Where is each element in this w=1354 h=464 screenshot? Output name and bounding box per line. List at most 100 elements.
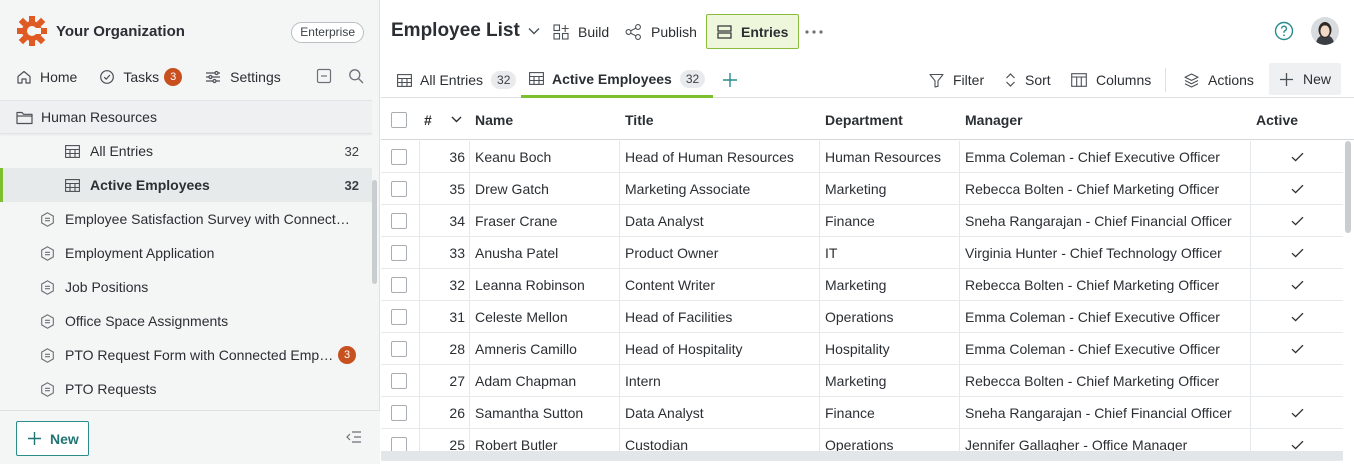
table-row[interactable]: 31 Celeste Mellon Head of Facilities Operat… — [381, 301, 1343, 333]
cell-number[interactable]: 28 — [421, 333, 465, 365]
entries-button[interactable]: Entries — [706, 14, 800, 49]
row-checkbox[interactable] — [391, 405, 407, 421]
row-checkbox[interactable] — [391, 213, 407, 229]
cell-title[interactable]: Data Analyst — [625, 397, 815, 429]
cell-name[interactable]: Leanna Robinson — [475, 269, 615, 301]
table-row[interactable]: 33 Anusha Patel Product Owner IT Virginia Hu… — [381, 237, 1343, 269]
cell-title[interactable]: Head of Hospitality — [625, 333, 815, 365]
cell-name[interactable]: Samantha Sutton — [475, 397, 615, 429]
cell-active[interactable] — [1251, 397, 1343, 429]
cell-title[interactable]: Product Owner — [625, 237, 815, 269]
table-row[interactable]: 27 Adam Chapman Intern Marketing Rebecca Bol… — [381, 365, 1343, 397]
actions-button[interactable]: Actions — [1184, 62, 1254, 98]
cell-active[interactable] — [1251, 237, 1343, 269]
search-icon[interactable] — [348, 68, 364, 84]
sidebar-view-active-employees[interactable]: Active Employees 32 — [0, 168, 372, 202]
nav-tasks[interactable]: Tasks 3 — [99, 68, 183, 86]
cell-number[interactable]: 36 — [421, 141, 465, 173]
cell-department[interactable]: IT — [825, 237, 955, 269]
sidebar-app-item[interactable]: PTO Request Form with Connected Employee… — [0, 338, 372, 372]
row-checkbox[interactable] — [391, 309, 407, 325]
cell-manager[interactable]: Rebecca Bolten - Chief Marketing Officer — [965, 365, 1247, 397]
sort-button[interactable]: Sort — [1005, 62, 1051, 98]
cell-number[interactable]: 33 — [421, 237, 465, 269]
row-checkbox-cell[interactable] — [391, 237, 409, 269]
row-checkbox-cell[interactable] — [391, 397, 409, 429]
row-checkbox-cell[interactable] — [391, 269, 409, 301]
cell-title[interactable]: Head of Human Resources — [625, 141, 815, 173]
row-checkbox[interactable] — [391, 245, 407, 261]
select-all-checkbox-cell[interactable] — [391, 99, 409, 140]
table-row[interactable]: 32 Leanna Robinson Content Writer Marketing… — [381, 269, 1343, 301]
tab-all-entries[interactable]: All Entries 32 — [389, 62, 524, 98]
cell-name[interactable]: Anusha Patel — [475, 237, 615, 269]
workspace-section-header[interactable]: Human Resources — [0, 100, 372, 134]
cell-department[interactable]: Marketing — [825, 173, 955, 205]
cell-active[interactable] — [1251, 365, 1343, 397]
column-header-manager[interactable]: Manager — [965, 99, 1023, 140]
row-checkbox-cell[interactable] — [391, 205, 409, 237]
cell-department[interactable]: Hospitality — [825, 333, 955, 365]
cell-active[interactable] — [1251, 301, 1343, 333]
sidebar-app-item[interactable]: Office Space Assignments — [0, 304, 372, 338]
table-row[interactable]: 28 Amneris Camillo Head of Hospitality Hosp… — [381, 333, 1343, 365]
row-checkbox-cell[interactable] — [391, 173, 409, 205]
cell-manager[interactable]: Emma Coleman - Chief Executive Officer — [965, 333, 1247, 365]
more-icon[interactable] — [805, 30, 823, 34]
select-all-checkbox[interactable] — [391, 111, 407, 128]
cell-name[interactable]: Fraser Crane — [475, 205, 615, 237]
sidebar-scrollbar[interactable] — [372, 180, 377, 284]
cell-number[interactable]: 27 — [421, 365, 465, 397]
sidebar-app-item[interactable]: Job Positions — [0, 270, 372, 304]
build-button[interactable]: Build — [543, 14, 619, 49]
column-header-title[interactable]: Title — [625, 99, 654, 140]
cell-department[interactable]: Finance — [825, 397, 955, 429]
cell-active[interactable] — [1251, 269, 1343, 301]
sidebar-view-all-entries[interactable]: All Entries 32 — [0, 134, 372, 168]
table-row[interactable]: 36 Keanu Boch Head of Human Resources Human… — [381, 141, 1343, 173]
add-view-icon[interactable] — [722, 72, 738, 88]
window-icon[interactable] — [316, 68, 332, 84]
cell-number[interactable]: 26 — [421, 397, 465, 429]
cell-active[interactable] — [1251, 205, 1343, 237]
row-checkbox[interactable] — [391, 373, 407, 389]
sidebar-new-button[interactable]: New — [16, 421, 89, 456]
table-vertical-scrollbar[interactable] — [1345, 141, 1351, 233]
column-header-name[interactable]: Name — [475, 99, 513, 140]
cell-name[interactable]: Amneris Camillo — [475, 333, 615, 365]
column-header-department[interactable]: Department — [825, 99, 903, 140]
row-checkbox-cell[interactable] — [391, 301, 409, 333]
row-checkbox[interactable] — [391, 149, 407, 165]
nav-home[interactable]: Home — [16, 69, 77, 85]
cell-manager[interactable]: Emma Coleman - Chief Executive Officer — [965, 301, 1247, 333]
table-row[interactable]: 35 Drew Gatch Marketing Associate Marketing… — [381, 173, 1343, 205]
table-horizontal-scrollbar[interactable] — [381, 451, 1343, 460]
columns-button[interactable]: Columns — [1071, 62, 1151, 98]
form-title-dropdown[interactable]: Employee List — [391, 20, 540, 42]
cell-number[interactable]: 32 — [421, 269, 465, 301]
org-name[interactable]: Your Organization — [56, 23, 185, 40]
cell-manager[interactable]: Sneha Rangarajan - Chief Financial Offic… — [965, 205, 1247, 237]
new-entry-button[interactable]: New — [1269, 63, 1341, 95]
tab-active-employees[interactable]: Active Employees 32 — [521, 62, 714, 98]
row-checkbox-cell[interactable] — [391, 365, 409, 397]
row-checkbox-cell[interactable] — [391, 141, 409, 173]
column-header-number[interactable]: # — [424, 99, 432, 140]
sidebar-app-item[interactable]: Employment Application — [0, 236, 372, 270]
cell-title[interactable]: Marketing Associate — [625, 173, 815, 205]
table-row[interactable]: 34 Fraser Crane Data Analyst Finance Sneha R… — [381, 205, 1343, 237]
cell-manager[interactable]: Emma Coleman - Chief Executive Officer — [965, 141, 1247, 173]
cell-name[interactable]: Celeste Mellon — [475, 301, 615, 333]
cell-manager[interactable]: Virginia Hunter - Chief Technology Offic… — [965, 237, 1247, 269]
collapse-icon[interactable] — [346, 431, 362, 443]
logo-icon[interactable] — [16, 15, 48, 47]
row-checkbox-cell[interactable] — [391, 333, 409, 365]
cell-manager[interactable]: Sneha Rangarajan - Chief Financial Offic… — [965, 397, 1247, 429]
row-checkbox[interactable] — [391, 181, 407, 197]
cell-active[interactable] — [1251, 141, 1343, 173]
publish-button[interactable]: Publish — [615, 14, 707, 49]
sidebar-app-item[interactable]: Employee Satisfaction Survey with Connec… — [0, 202, 372, 236]
cell-title[interactable]: Data Analyst — [625, 205, 815, 237]
filter-button[interactable]: Filter — [929, 62, 984, 98]
cell-active[interactable] — [1251, 173, 1343, 205]
